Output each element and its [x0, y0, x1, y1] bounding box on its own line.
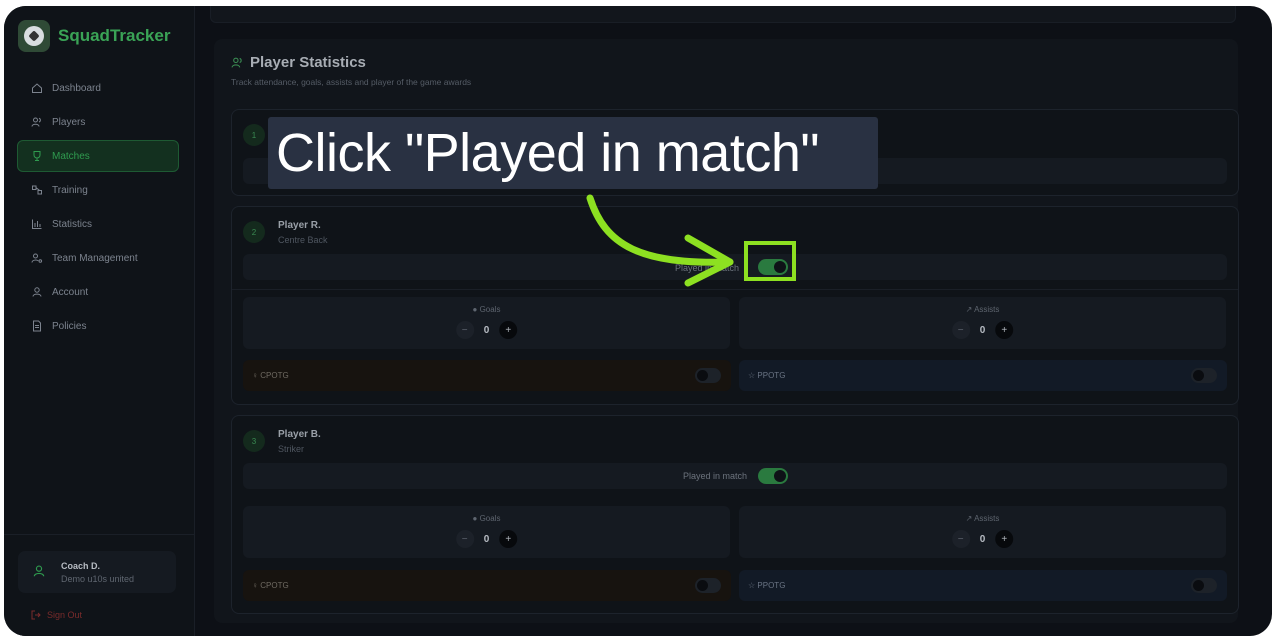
user-avatar-icon	[33, 565, 45, 577]
player-name: Player B.	[278, 429, 321, 440]
sidebar-nav: Dashboard Players Matches Training Stati…	[17, 72, 179, 344]
player-name: Player R.	[278, 220, 321, 231]
cpotg-row: ♀ CPOTG	[243, 570, 731, 601]
sidebar-item-label: Account	[52, 286, 89, 298]
user-team: Demo u10s united	[61, 574, 135, 584]
training-icon	[32, 185, 42, 195]
sign-out-label: Sign Out	[47, 610, 83, 620]
goals-increment-button[interactable]: +	[499, 530, 518, 548]
user-card[interactable]: Coach D. Demo u10s united	[18, 551, 176, 593]
assists-value: 0	[979, 324, 986, 336]
goals-box: ● Goals − 0 +	[243, 297, 730, 349]
player-role: Striker	[278, 444, 305, 454]
ppotg-label: ☆ PPOTG	[748, 581, 786, 590]
ppotg-label: ☆ PPOTG	[748, 371, 786, 380]
goals-value: 0	[483, 324, 490, 336]
home-icon	[32, 83, 42, 93]
cpotg-label: ♀ CPOTG	[252, 581, 289, 590]
sidebar-item-label: Team Management	[52, 252, 138, 264]
goals-label: ● Goals	[472, 514, 501, 523]
users-icon	[231, 57, 242, 68]
assists-stepper: − 0 +	[951, 321, 1014, 339]
assists-box: ↗ Assists − 0 +	[739, 506, 1226, 558]
player-role: Centre Back	[278, 235, 328, 245]
goals-decrement-button[interactable]: −	[455, 530, 474, 548]
user-cog-icon	[31, 253, 43, 263]
ppotg-row: ☆ PPOTG	[739, 360, 1227, 391]
assists-stepper: − 0 +	[951, 530, 1014, 548]
pointer-arrow-icon	[586, 194, 734, 287]
goals-label: ● Goals	[472, 305, 501, 314]
sidebar-item-label: Players	[52, 116, 86, 128]
sidebar-item-policies[interactable]: Policies	[17, 310, 179, 342]
player-card: 3 Player B. Striker Played in match ● Go…	[231, 415, 1239, 614]
page-subtitle: Track attendance, goals, assists and pla…	[231, 77, 472, 87]
assists-label: ↗ Assists	[965, 305, 1000, 314]
cpotg-toggle[interactable]	[695, 368, 721, 383]
played-in-match-row[interactable]: Played in match	[243, 463, 1227, 489]
previous-section-card	[210, 6, 1236, 23]
ppotg-toggle[interactable]	[1191, 368, 1217, 383]
assists-increment-button[interactable]: +	[995, 321, 1014, 339]
sidebar-divider	[4, 534, 194, 535]
sidebar-item-players[interactable]: Players	[17, 106, 179, 138]
sign-out-button[interactable]: Sign Out	[31, 610, 82, 620]
goals-value: 0	[483, 533, 490, 545]
goals-increment-button[interactable]: +	[499, 321, 518, 339]
cpotg-label: ♀ CPOTG	[252, 371, 289, 380]
player-number: 1	[243, 124, 265, 146]
assists-increment-button[interactable]: +	[995, 530, 1014, 548]
player-number: 3	[243, 430, 265, 452]
page-title-text: Player Statistics	[250, 54, 366, 71]
app-name: SquadTracker	[58, 26, 171, 45]
goals-stepper: − 0 +	[455, 530, 518, 548]
logout-icon	[31, 610, 41, 620]
ppotg-toggle[interactable]	[1191, 578, 1217, 593]
trophy-icon	[33, 151, 41, 161]
assists-decrement-button[interactable]: −	[951, 530, 970, 548]
assists-decrement-button[interactable]: −	[951, 321, 970, 339]
sidebar-item-matches[interactable]: Matches	[17, 140, 179, 172]
users-icon	[31, 117, 41, 127]
target-highlight-box	[744, 241, 796, 281]
sidebar-item-label: Policies	[52, 320, 87, 332]
page-title: Player Statistics	[231, 54, 366, 71]
bar-chart-icon	[32, 219, 42, 229]
cpotg-toggle[interactable]	[695, 578, 721, 593]
soccer-ball-logo-icon	[18, 20, 50, 52]
sidebar-item-training[interactable]: Training	[17, 174, 179, 206]
cpotg-row: ♀ CPOTG	[243, 360, 731, 391]
sidebar-item-team-management[interactable]: Team Management	[17, 242, 179, 274]
assists-label: ↗ Assists	[965, 514, 1000, 523]
user-icon	[32, 287, 42, 297]
player-number: 2	[243, 221, 265, 243]
sidebar-item-dashboard[interactable]: Dashboard	[17, 72, 179, 104]
goals-stepper: − 0 +	[455, 321, 518, 339]
played-in-match-toggle[interactable]	[758, 468, 788, 484]
sidebar-item-label: Training	[52, 184, 88, 196]
brand[interactable]: SquadTracker	[18, 20, 170, 52]
assists-value: 0	[979, 533, 986, 545]
document-icon	[33, 320, 41, 332]
ppotg-row: ☆ PPOTG	[739, 570, 1227, 601]
sidebar-item-label: Dashboard	[52, 82, 101, 94]
sidebar-item-statistics[interactable]: Statistics	[17, 208, 179, 240]
sidebar-item-label: Statistics	[52, 218, 93, 230]
user-name: Coach D.	[61, 561, 101, 571]
goals-decrement-button[interactable]: −	[455, 321, 474, 339]
sidebar: SquadTracker Dashboard Players Matches T…	[4, 6, 195, 636]
played-in-match-label: Played in match	[683, 471, 748, 481]
instruction-callout: Click "Played in match"	[268, 117, 878, 189]
sidebar-item-label: Matches	[52, 150, 90, 162]
goals-box: ● Goals − 0 +	[243, 506, 730, 558]
sidebar-item-account[interactable]: Account	[17, 276, 179, 308]
app-window: SquadTracker Dashboard Players Matches T…	[4, 6, 1272, 636]
assists-box: ↗ Assists − 0 +	[739, 297, 1226, 349]
